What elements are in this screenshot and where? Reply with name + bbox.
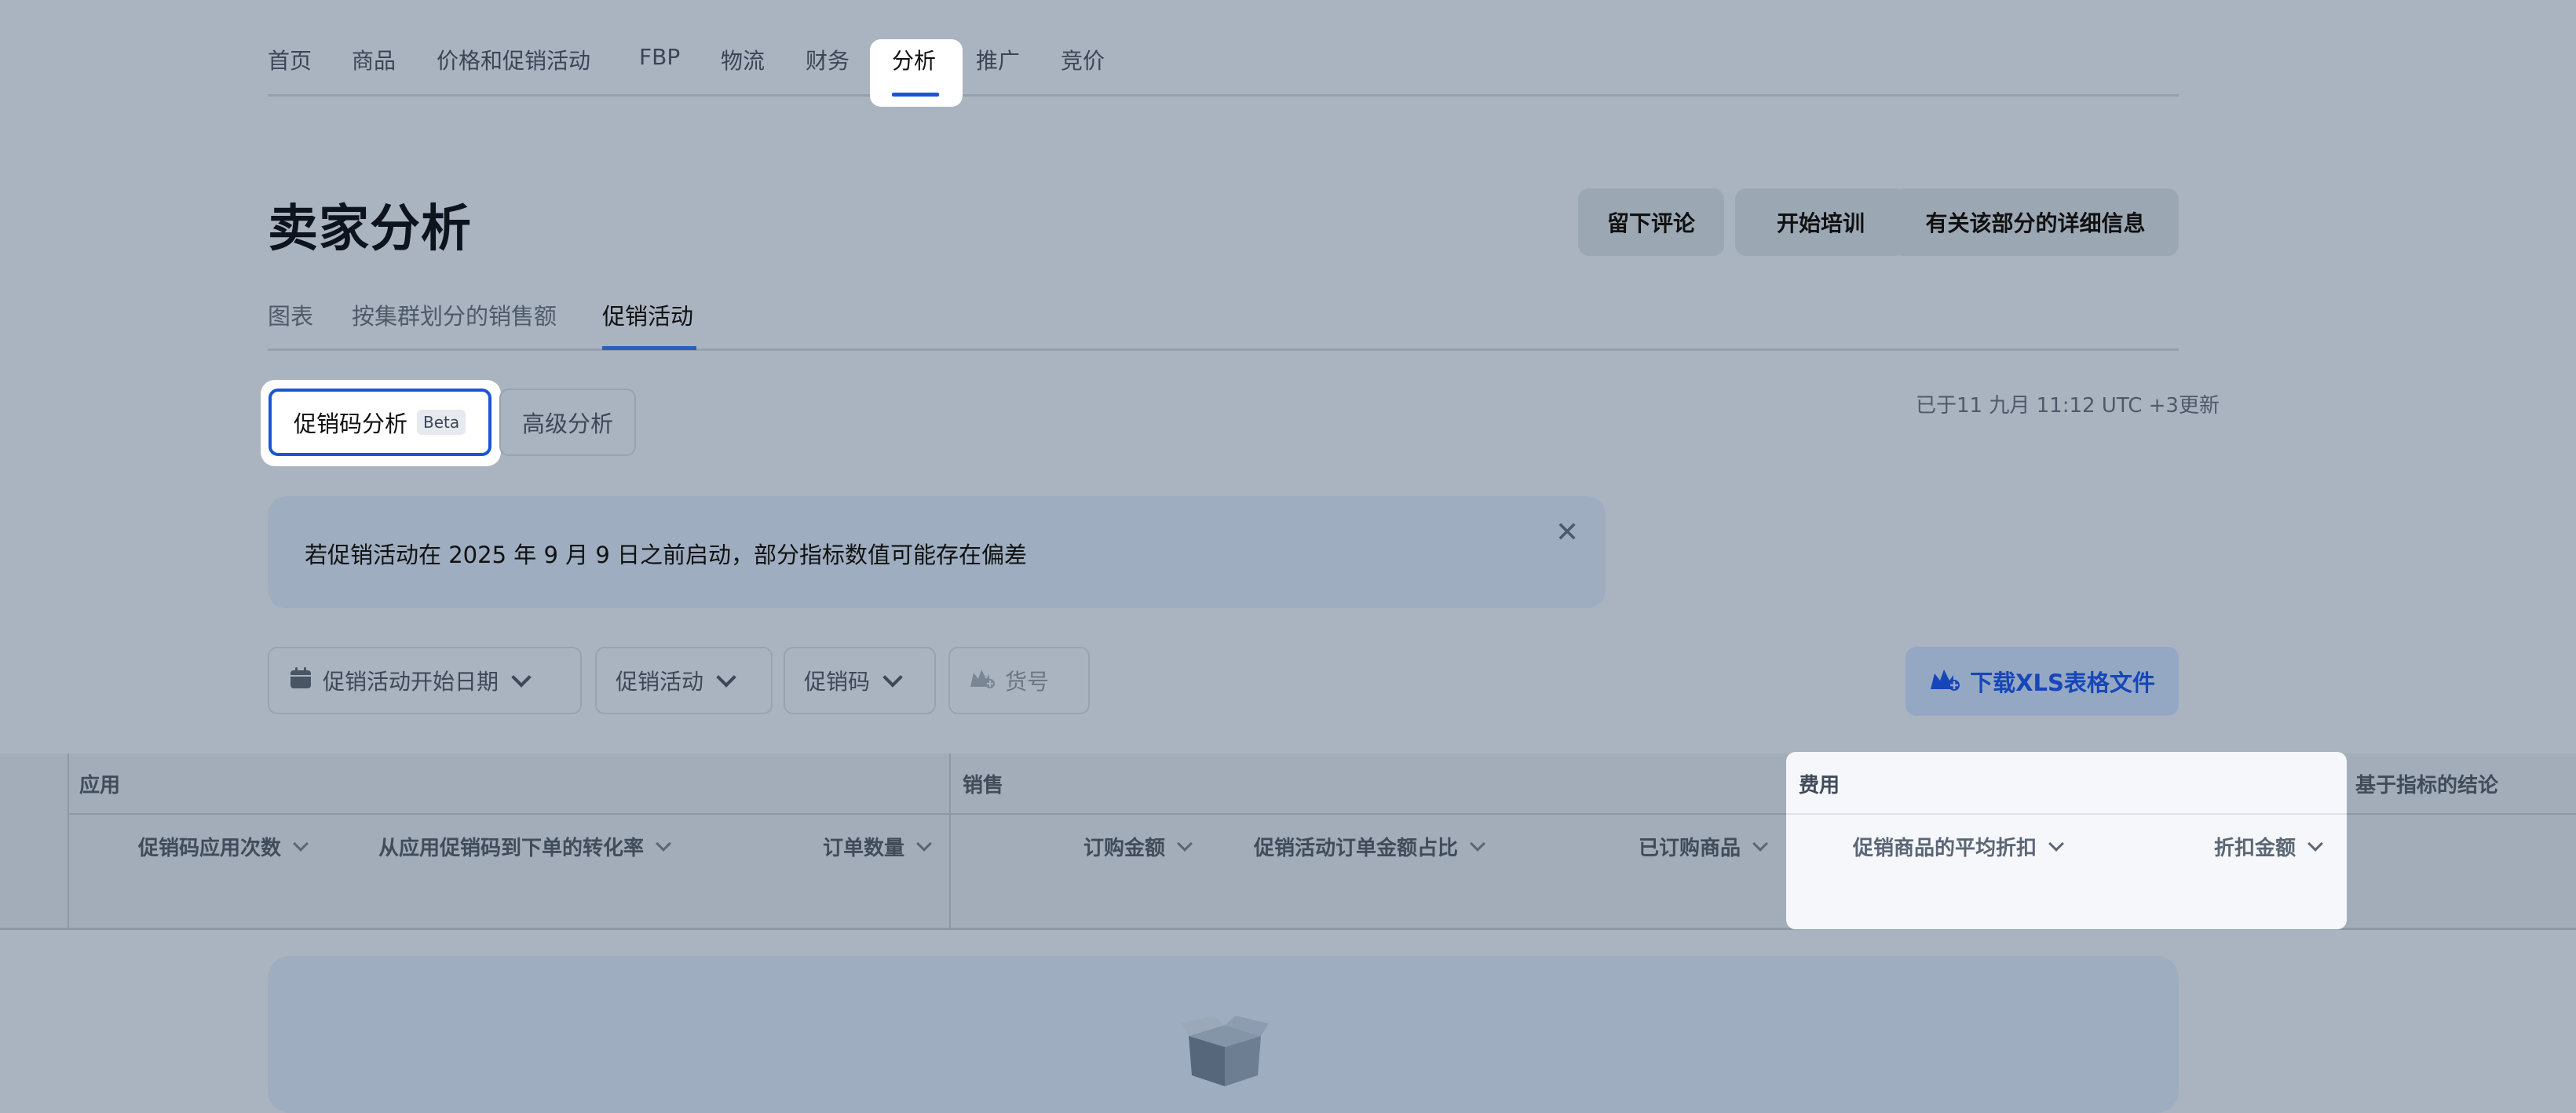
chevron-down-icon: [716, 667, 736, 688]
col-orders[interactable]: 订单数量: [823, 832, 932, 861]
chevron-down-icon: [656, 835, 671, 852]
chevron-down-icon: [2048, 835, 2064, 852]
group-head-apply: 应用: [79, 774, 121, 797]
download-icon: [1929, 666, 1960, 698]
tab-promotions[interactable]: 促销活动: [602, 298, 693, 331]
nav-item-bidding[interactable]: 竞价: [1061, 44, 1105, 75]
col-orders-label: 订单数量: [823, 837, 905, 860]
column-divider: [949, 754, 951, 929]
col-order-amount[interactable]: 订购金额: [1083, 832, 1193, 861]
group-head-conclusion: 基于指标的结论: [2355, 774, 2499, 797]
start-date-filter[interactable]: 促销活动开始日期: [268, 647, 582, 714]
group-head-sales: 销售: [963, 774, 1004, 797]
tab-charts[interactable]: 图表: [268, 298, 313, 331]
column-divider: [68, 754, 69, 929]
col-avg-discount[interactable]: 促销商品的平均折扣: [1853, 832, 2064, 861]
col-ordered-items-label: 已订购商品: [1639, 837, 1741, 860]
more-info-button[interactable]: 有关该部分的详细信息: [1892, 188, 2179, 256]
empty-box-icon: [1178, 1013, 1272, 1088]
group-head-cost: 费用: [1799, 774, 1840, 797]
download-xls-label: 下载XLS表格文件: [1970, 670, 2155, 696]
nav-divider: [268, 94, 2179, 97]
banner-text: 若促销活动在 2025 年 9 月 9 日之前启动，部分指标数值可能存在偏差: [305, 542, 1028, 568]
cost-group-divider: [1786, 813, 2347, 815]
col-apply-count-label: 促销码应用次数: [138, 837, 282, 860]
col-order-amount-label: 订购金额: [1083, 837, 1166, 860]
updated-timestamp: 已于11 九月 11:12 UTC +3更新: [1916, 394, 2220, 418]
tab-cluster-sales[interactable]: 按集群划分的销售额: [352, 298, 557, 331]
start-training-button[interactable]: 开始培训: [1735, 188, 1906, 256]
chevron-down-icon: [293, 835, 309, 852]
chevron-down-icon: [882, 667, 903, 688]
start-date-filter-label: 促销活动开始日期: [323, 669, 499, 695]
campaign-filter[interactable]: 促销活动: [595, 647, 773, 714]
col-conversion[interactable]: 从应用促销码到下单的转化率: [378, 832, 671, 861]
col-discount-amount-label: 折扣金额: [2214, 837, 2296, 860]
nav-item-fbp[interactable]: FBP: [639, 44, 680, 70]
col-avg-discount-label: 促销商品的平均折扣: [1853, 837, 2037, 860]
chevron-down-icon: [916, 835, 932, 852]
subtab-active-underline: [602, 346, 696, 350]
close-icon[interactable]: ✕: [1555, 516, 1579, 549]
col-apply-count[interactable]: 促销码应用次数: [138, 832, 309, 861]
sku-filter-label: 货号: [1005, 669, 1050, 695]
sku-filter[interactable]: 货号: [948, 647, 1090, 714]
promo-code-analysis-tab[interactable]: 促销码分析 Beta: [269, 389, 491, 456]
nav-item-home[interactable]: 首页: [268, 44, 312, 75]
promo-code-analysis-label: 促销码分析: [294, 411, 408, 437]
beta-badge: Beta: [417, 410, 466, 435]
download-xls-button[interactable]: 下载XLS表格文件: [1906, 647, 2179, 716]
chevron-down-icon: [511, 667, 532, 688]
chevron-down-icon: [1470, 835, 1485, 852]
col-ordered-items[interactable]: 已订购商品: [1639, 832, 1768, 861]
col-promo-share[interactable]: 促销活动订单金额占比: [1254, 832, 1485, 861]
calendar-icon: [288, 666, 313, 696]
nav-item-promotion[interactable]: 推广: [976, 44, 1020, 75]
nav-active-underline: [892, 93, 939, 97]
chevron-down-icon: [2307, 835, 2323, 852]
page-title: 卖家分析: [268, 200, 472, 258]
nav-item-logistics[interactable]: 物流: [721, 44, 765, 75]
col-promo-share-label: 促销活动订单金额占比: [1254, 837, 1459, 860]
leave-review-button[interactable]: 留下评论: [1578, 188, 1724, 256]
nav-item-analytics[interactable]: 分析: [892, 44, 936, 75]
promo-code-filter-label: 促销码: [804, 669, 871, 695]
nav-item-finance[interactable]: 财务: [806, 44, 850, 75]
nav-item-products[interactable]: 商品: [352, 44, 396, 75]
advanced-analysis-tab[interactable]: 高级分析: [499, 389, 636, 456]
sku-add-icon: [969, 666, 996, 695]
promo-code-filter[interactable]: 促销码: [784, 647, 936, 714]
col-discount-amount[interactable]: 折扣金额: [2214, 832, 2323, 861]
chevron-down-icon: [1752, 835, 1768, 852]
col-conversion-label: 从应用促销码到下单的转化率: [378, 837, 645, 860]
chevron-down-icon: [1177, 835, 1193, 852]
nav-item-pricing[interactable]: 价格和促销活动: [437, 44, 590, 75]
subtab-divider: [268, 348, 2179, 351]
campaign-filter-label: 促销活动: [616, 669, 704, 695]
